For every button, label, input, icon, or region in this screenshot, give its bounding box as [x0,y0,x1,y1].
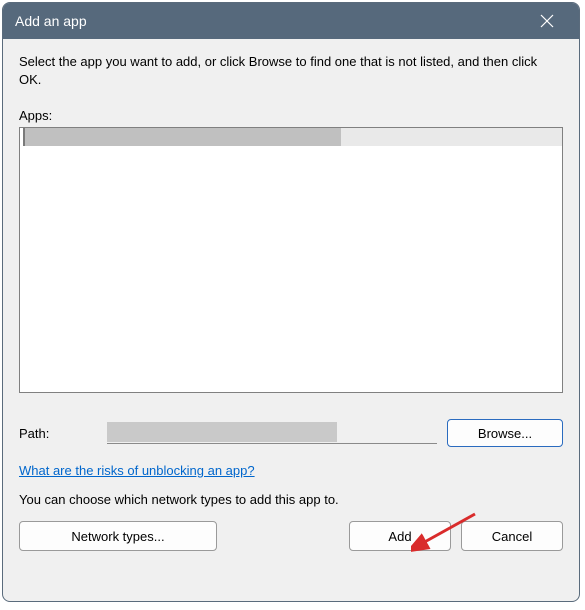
add-app-dialog: Add an app Select the app you want to ad… [2,2,580,602]
path-row: Path: Browse... [19,419,563,447]
button-row: Network types... Add Cancel [19,521,563,551]
path-label: Path: [19,426,97,441]
path-input[interactable] [107,422,437,444]
window-title: Add an app [15,13,527,29]
close-icon [540,14,554,28]
redacted-app-name [25,128,341,146]
apps-label: Apps: [19,108,563,123]
list-item[interactable] [20,128,562,146]
risks-link[interactable]: What are the risks of unblocking an app? [19,463,255,478]
redacted-path-value [107,422,337,442]
apps-listbox[interactable] [19,127,563,393]
add-button[interactable]: Add [349,521,451,551]
titlebar: Add an app [3,3,579,39]
instruction-text: Select the app you want to add, or click… [19,53,563,88]
cancel-button[interactable]: Cancel [461,521,563,551]
close-button[interactable] [527,3,567,39]
dialog-content: Select the app you want to add, or click… [3,39,579,601]
network-types-text: You can choose which network types to ad… [19,492,563,507]
network-types-button[interactable]: Network types... [19,521,217,551]
browse-button[interactable]: Browse... [447,419,563,447]
